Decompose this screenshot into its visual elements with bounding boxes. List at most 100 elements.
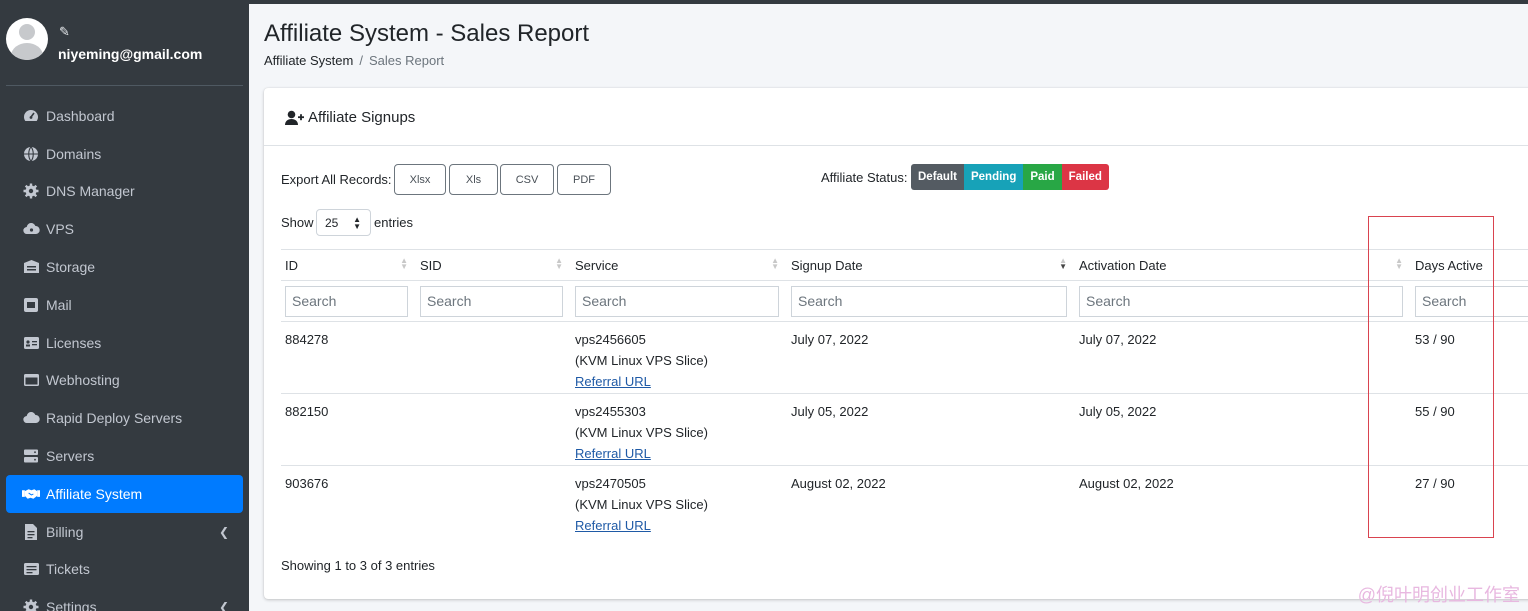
service-type: (KVM Linux VPS Slice) [575,497,708,512]
sidebar-item-rapid-deploy-servers[interactable]: Rapid Deploy Servers [6,399,243,437]
cell-activation-date: August 02, 2022 [1079,476,1174,491]
sidebar-item-webhosting[interactable]: Webhosting [6,362,243,400]
table-row: 882150 vps2455303 (KVM Linux VPS Slice) … [281,393,1528,466]
user-plus-icon [285,110,304,126]
column-header-activation-date[interactable]: Activation Date ▲ ▼ [1075,249,1411,281]
sidebar-item-servers[interactable]: Servers [6,437,243,475]
service-name: vps2455303 [575,404,646,419]
search-service-input[interactable] [575,285,779,317]
column-header-signup-date[interactable]: Signup Date ▲ ▼ [787,249,1075,281]
card-title: Affiliate Signups [285,109,415,126]
sidebar-item-tickets[interactable]: Tickets [6,551,243,589]
storage-icon [22,258,40,276]
card-title-text: Affiliate Signups [308,109,416,126]
service-type: (KVM Linux VPS Slice) [575,425,708,440]
sidebar-item-label: DNS Manager [46,183,135,200]
sidebar-item-label: VPS [46,221,75,238]
sidebar-item-label: Domains [46,145,102,162]
search-id-input[interactable] [285,285,408,317]
status-default-badge[interactable]: Default [911,164,964,190]
sidebar-item-label: Mail [46,296,72,313]
globe-icon [22,145,40,163]
sidebar-item-licenses[interactable]: Licenses [6,324,243,362]
referral-url-link[interactable]: Referral URL [575,518,651,533]
sidebar-item-label: Tickets [46,561,90,578]
user-email[interactable]: niyeming@gmail.com [58,46,202,62]
edit-pencil-icon[interactable]: ✎ [59,24,70,40]
cell-activation-date: July 07, 2022 [1075,321,1411,394]
sidebar-item-label: Storage [46,259,96,276]
export-pdf-button[interactable]: PDF [557,164,611,195]
export-csv-button[interactable]: CSV [500,164,554,195]
window-icon [22,371,40,389]
sidebar-item-label: Affiliate System [46,485,143,502]
sidebar-item-storage[interactable]: Storage [6,248,243,286]
cell-service: vps2456605 (KVM Linux VPS Slice) Referra… [571,321,787,394]
referral-url-link[interactable]: Referral URL [575,374,651,389]
sidebar-item-dns-manager[interactable]: DNS Manager [6,173,243,211]
file-icon [22,523,40,541]
sidebar-item-mail[interactable]: Mail [6,286,243,324]
table-filter-row [281,280,1528,322]
export-xlsx-button[interactable]: Xlsx [394,164,446,195]
card-header: Affiliate Signups [264,88,1528,146]
cell-days-active: 55 / 90 [1411,393,1528,466]
cell-sid [416,393,571,466]
sidebar-item-label: Settings [46,599,97,611]
export-xls-button[interactable]: Xls [449,164,498,195]
show-label: Show [281,215,314,230]
mail-icon [22,296,40,314]
status-pending-badge[interactable]: Pending [963,164,1024,190]
affiliate-signups-card: Affiliate Signups Export All Records: Xl… [264,88,1528,599]
sidebar-item-settings[interactable]: Settings ❮ [6,588,243,611]
referral-url-link[interactable]: Referral URL [575,446,651,461]
column-header-sid[interactable]: SID ▲ ▼ [416,249,571,281]
status-paid-badge[interactable]: Paid [1023,164,1062,190]
table-row: 884278 vps2456605 (KVM Linux VPS Slice) … [281,321,1528,394]
chevron-left-icon: ❮ [218,600,229,611]
search-activation-date-input[interactable] [1079,285,1403,317]
breadcrumb-item-affiliate-system[interactable]: Affiliate System [264,53,353,68]
cell-id: 882150 [281,393,416,466]
column-header-days-active[interactable]: Days Active [1411,249,1528,281]
sidebar-item-billing[interactable]: Billing ❮ [6,513,243,551]
sidebar-item-vps[interactable]: VPS [6,210,243,248]
cog-icon [22,182,40,200]
sidebar-item-dashboard[interactable]: Dashboard [6,97,243,135]
sidebar-item-label: Rapid Deploy Servers [46,410,183,427]
avatar[interactable] [6,18,48,60]
cell-days-active: 53 / 90 [1411,321,1528,394]
search-signup-date-input[interactable] [791,285,1067,317]
sort-icon: ▲ ▼ [400,256,408,271]
sort-desc-icon: ▲ ▼ [1059,256,1067,271]
export-label: Export All Records: [281,172,392,187]
server-icon [22,447,40,465]
table-header-row: ID ▲ ▼ SID ▲ ▼ Service ▲ ▼ Signup Date ▲ ▼ Activ… [281,249,1528,281]
cell-id: 884278 [281,321,416,394]
cell-signup-date: July 05, 2022 [787,393,1075,466]
gear-icon [22,598,40,611]
column-header-id[interactable]: ID ▲ ▼ [281,249,416,281]
sidebar-item-domains[interactable]: Domains [6,135,243,173]
entries-per-page-select[interactable]: 25 ▲ ▼ [316,209,371,236]
sidebar: ✎ niyeming@gmail.com Dashboard Domains D… [0,0,249,611]
status-failed-badge[interactable]: Failed [1061,164,1109,190]
affiliate-status-label: Affiliate Status: [821,170,908,185]
search-days-active-input[interactable] [1415,285,1528,317]
table-row: 903676 vps2470505 (KVM Linux VPS Slice) … [281,466,1528,538]
sort-icon: ▲ ▼ [1395,256,1403,271]
breadcrumb-item-sales-report: Sales Report [368,53,445,68]
column-header-service[interactable]: Service ▲ ▼ [571,249,787,281]
cloud-icon [22,220,40,238]
sidebar-item-affiliate-system[interactable]: Affiliate System [6,474,243,513]
page-title: Affiliate System - Sales Report [264,20,590,47]
cell-sid [416,321,571,394]
cloud-icon [22,409,40,427]
search-sid-input[interactable] [420,285,563,317]
cell-days-active: 27 / 90 [1415,476,1455,491]
sidebar-item-label: Webhosting [46,372,120,389]
license-icon [22,334,40,352]
service-name: vps2456605 [575,332,646,347]
select-arrows-icon: ▲ ▼ [353,215,361,231]
breadcrumb: Affiliate System / Sales Report [264,53,444,68]
